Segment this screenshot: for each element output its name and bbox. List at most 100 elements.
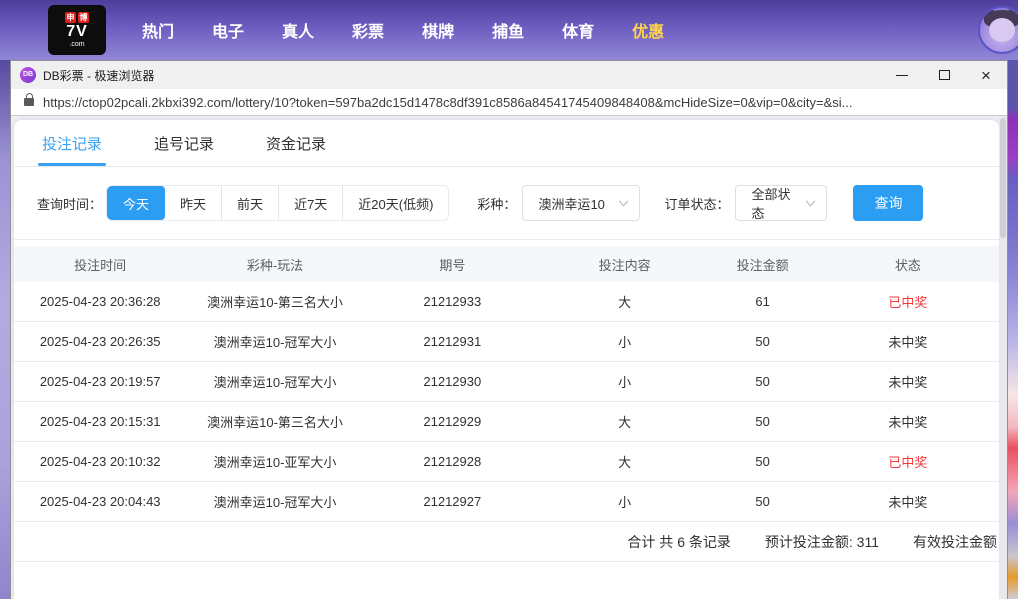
col-header-game: 彩种-玩法 xyxy=(246,257,304,273)
cell-issue: 21212930 xyxy=(423,374,482,389)
cell-amount: 50 xyxy=(755,334,770,349)
cell-content: 小 xyxy=(618,495,632,510)
page-viewport: 投注记录 追号记录 资金记录 查询时间： 今天 昨天 前天 近7天 近20天(低… xyxy=(11,116,1007,599)
address-bar[interactable]: https://ctop02pcali.2kbxi392.com/lottery… xyxy=(11,89,1007,116)
lottery-select-value: 澳洲幸运10 xyxy=(538,196,605,212)
cell-game: 澳洲幸运10-第三名大小 xyxy=(207,415,343,430)
record-tabs: 投注记录 追号记录 资金记录 xyxy=(14,120,999,167)
window-titlebar[interactable]: DB DB彩票 - 极速浏览器 × xyxy=(11,61,1007,89)
order-status-value: 全部状态 xyxy=(751,187,791,221)
time-option-7days[interactable]: 近7天 xyxy=(278,186,342,220)
table-header: 投注时间 彩种-玩法 期号 投注内容 投注金额 状态 xyxy=(14,246,999,282)
cell-status: 未中奖 xyxy=(888,375,928,390)
time-option-today[interactable]: 今天 xyxy=(107,186,166,220)
chevron-down-icon xyxy=(619,199,629,207)
summary-expected-amount: 预计投注金额: 311 xyxy=(764,533,879,550)
nav-item-slots[interactable]: 电子 xyxy=(212,18,244,42)
window-title: DB彩票 - 极速浏览器 xyxy=(43,68,155,83)
cell-status: 未中奖 xyxy=(888,495,928,510)
status-filter-label: 订单状态： xyxy=(664,196,730,212)
order-status-select[interactable]: 全部状态 xyxy=(735,185,828,221)
time-option-day-before[interactable]: 前天 xyxy=(221,186,278,220)
cell-bet-time: 2025-04-23 20:26:35 xyxy=(39,334,161,349)
table-row: 2025-04-23 20:04:43 澳洲幸运10-冠军大小 21212927… xyxy=(14,482,999,522)
cell-status: 未中奖 xyxy=(888,415,928,430)
table-row: 2025-04-23 20:19:57 澳洲幸运10-冠军大小 21212930… xyxy=(14,362,999,402)
cell-status: 未中奖 xyxy=(888,335,928,350)
tab-chase-records[interactable]: 追号记录 xyxy=(154,120,214,166)
logo-brand: 7V xyxy=(66,23,88,40)
maximize-icon xyxy=(938,70,950,80)
cell-issue: 21212929 xyxy=(423,414,482,429)
cell-game: 澳洲幸运10-第三名大小 xyxy=(207,295,343,310)
cell-issue: 21212933 xyxy=(423,294,482,309)
col-header-content: 投注内容 xyxy=(598,257,651,273)
cell-content: 大 xyxy=(618,455,632,470)
cell-bet-time: 2025-04-23 20:04:43 xyxy=(39,494,161,509)
nav-item-hot[interactable]: 热门 xyxy=(142,18,174,42)
nav-item-fishing[interactable]: 捕鱼 xyxy=(492,18,524,42)
cell-amount: 50 xyxy=(755,374,770,389)
logo-suffix: .com xyxy=(69,41,85,48)
nav-item-cards[interactable]: 棋牌 xyxy=(422,18,454,42)
logo-tile: 博 xyxy=(78,12,89,23)
nav-item-lottery[interactable]: 彩票 xyxy=(352,18,384,42)
close-button[interactable]: × xyxy=(965,61,1007,89)
maximize-button[interactable] xyxy=(923,61,965,89)
chevron-down-icon xyxy=(806,199,816,207)
avatar-hair-bun xyxy=(982,8,995,21)
cell-game: 澳洲幸运10-冠军大小 xyxy=(213,375,337,390)
summary-total-records: 合计 共 6 条记录 xyxy=(627,533,731,550)
site-nav: 申 博 7V .com 热门 电子 真人 彩票 棋牌 捕鱼 体育 优惠 xyxy=(0,0,1018,60)
cell-amount: 61 xyxy=(755,294,770,309)
window-controls: × xyxy=(881,61,1007,89)
avatar-face xyxy=(989,18,1015,42)
records-panel: 投注记录 追号记录 资金记录 查询时间： 今天 昨天 前天 近7天 近20天(低… xyxy=(14,120,999,599)
col-header-amount: 投注金额 xyxy=(736,257,789,273)
cell-bet-time: 2025-04-23 20:36:28 xyxy=(39,294,161,309)
query-button[interactable]: 查询 xyxy=(853,185,924,221)
minimize-icon xyxy=(896,74,908,76)
cell-amount: 50 xyxy=(755,494,770,509)
col-header-status: 状态 xyxy=(894,257,921,273)
scrollbar[interactable] xyxy=(999,116,1007,599)
cell-content: 小 xyxy=(618,375,632,390)
summary-valid-amount-label: 有效投注金额 xyxy=(913,533,997,550)
scrollbar-thumb[interactable] xyxy=(1000,118,1006,238)
tab-bet-records[interactable]: 投注记录 xyxy=(37,120,107,166)
cell-issue: 21212928 xyxy=(423,454,482,469)
close-icon: × xyxy=(981,65,991,85)
time-filter-label: 查询时间： xyxy=(37,196,103,212)
logo-badges: 申 博 xyxy=(65,12,89,23)
cell-bet-time: 2025-04-23 20:15:31 xyxy=(39,414,161,429)
cell-amount: 50 xyxy=(755,414,770,429)
minimize-button[interactable] xyxy=(881,61,923,89)
logo-tile: 申 xyxy=(65,12,76,23)
cell-amount: 50 xyxy=(755,454,770,469)
filter-bar: 查询时间： 今天 昨天 前天 近7天 近20天(低频) 彩种： 澳洲幸运10 订… xyxy=(14,167,999,240)
cell-game: 澳洲幸运10-冠军大小 xyxy=(213,495,337,510)
col-header-issue: 期号 xyxy=(439,257,466,273)
lock-icon xyxy=(24,93,34,106)
cell-status: 已中奖 xyxy=(888,295,928,310)
cell-bet-time: 2025-04-23 20:10:32 xyxy=(39,454,161,469)
page-edge-left xyxy=(0,60,10,599)
url-text: https://ctop02pcali.2kbxi392.com/lottery… xyxy=(43,94,853,110)
time-option-yesterday[interactable]: 昨天 xyxy=(165,186,221,220)
nav-item-promo[interactable]: 优惠 xyxy=(632,18,664,42)
table-row: 2025-04-23 20:10:32 澳洲幸运10-亚军大小 21212928… xyxy=(14,442,999,482)
cell-game: 澳洲幸运10-亚军大小 xyxy=(213,455,337,470)
user-avatar[interactable] xyxy=(978,6,1018,54)
lottery-select[interactable]: 澳洲幸运10 xyxy=(522,185,641,221)
nav-item-live[interactable]: 真人 xyxy=(282,18,314,42)
nav-item-sports[interactable]: 体育 xyxy=(562,18,594,42)
tab-fund-records[interactable]: 资金记录 xyxy=(266,120,326,166)
time-option-20days[interactable]: 近20天(低频) xyxy=(342,186,448,220)
cell-issue: 21212927 xyxy=(423,494,482,509)
cell-bet-time: 2025-04-23 20:19:57 xyxy=(39,374,161,389)
site-logo[interactable]: 申 博 7V .com xyxy=(48,5,106,55)
table-row: 2025-04-23 20:15:31 澳洲幸运10-第三名大小 2121292… xyxy=(14,402,999,442)
window-favicon-icon: DB xyxy=(20,67,36,83)
cell-status: 已中奖 xyxy=(888,455,928,470)
site-nav-menu: 热门 电子 真人 彩票 棋牌 捕鱼 体育 优惠 xyxy=(142,18,664,42)
